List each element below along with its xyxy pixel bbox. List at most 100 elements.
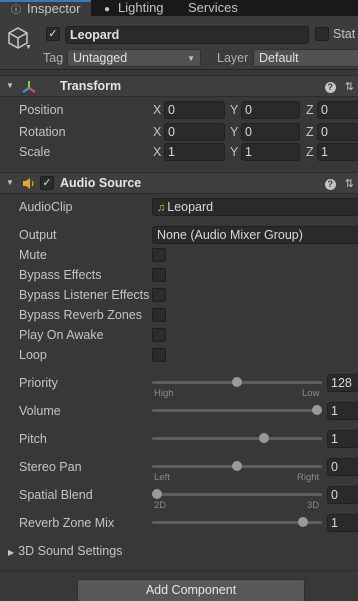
bypass-listener-effects-label: Bypass Listener Effects	[19, 288, 150, 302]
tab-bar: ⓘ Inspector ● Lighting Services	[0, 0, 358, 16]
help-icon[interactable]: ?	[324, 82, 336, 93]
scale-x-field[interactable]: 1	[164, 143, 225, 161]
stereo-pan-slider-thumb[interactable]	[232, 461, 242, 471]
audio-clip-icon: ♫	[157, 202, 166, 214]
rotation-y-field[interactable]: 0	[241, 123, 300, 141]
transform-axes-icon	[22, 81, 36, 93]
transform-header[interactable]: ▼ Transform ? ⇅	[0, 75, 358, 97]
preset-sliders-icon[interactable]: ⇅	[345, 177, 354, 190]
layer-value: Default	[259, 51, 299, 65]
chevron-down-icon: ▼	[187, 54, 195, 63]
pitch-label: Pitch	[19, 432, 47, 446]
spatial-blend-min-caption: 2D	[154, 500, 167, 511]
tag-value: Untagged	[73, 51, 128, 65]
volume-label: Volume	[19, 404, 61, 418]
tab-label: Inspector	[27, 1, 81, 16]
spatial-blend-max-caption: 3D	[307, 500, 320, 511]
add-component-button[interactable]: Add Component	[77, 579, 305, 601]
bypass-reverb-zones-label: Bypass Reverb Zones	[19, 308, 142, 322]
axis-y-label: Y	[230, 103, 239, 117]
transform-title: Transform	[60, 79, 122, 93]
tab-label: Services	[188, 0, 238, 15]
tab-label: Lighting	[118, 0, 164, 15]
rotation-x-field[interactable]: 0	[164, 123, 225, 141]
speaker-icon	[23, 178, 34, 189]
volume-slider-thumb[interactable]	[312, 405, 322, 415]
static-label: Stat	[333, 27, 356, 41]
play-on-awake-label: Play On Awake	[19, 328, 104, 342]
spatial-blend-label: Spatial Blend	[19, 488, 93, 502]
tab-lighting[interactable]: ● Lighting	[101, 0, 164, 16]
layer-dropdown[interactable]: Default	[253, 49, 358, 67]
stereo-pan-min-caption: Left	[154, 472, 170, 483]
loop-checkbox[interactable]	[152, 348, 166, 362]
priority-label: Priority	[19, 376, 58, 390]
chevron-down-icon[interactable]: ▼	[6, 81, 14, 90]
position-y-field[interactable]: 0	[241, 101, 300, 119]
tab-services[interactable]: Services	[188, 0, 238, 16]
rotation-z-field[interactable]: 0	[317, 123, 358, 141]
output-value: None (Audio Mixer Group)	[157, 228, 303, 242]
priority-slider-thumb[interactable]	[232, 377, 242, 387]
static-checkbox[interactable]	[315, 27, 329, 41]
position-label: Position	[19, 103, 64, 117]
reverb-zone-mix-label: Reverb Zone Mix	[19, 516, 115, 530]
axis-x-label: X	[153, 125, 162, 139]
chevron-right-icon: ▶	[8, 548, 15, 557]
spatial-blend-value-field[interactable]: 0	[327, 486, 358, 504]
loop-label: Loop	[19, 348, 47, 362]
chevron-down-icon[interactable]: ▼	[25, 44, 32, 51]
axis-x-label: X	[153, 103, 162, 117]
chevron-down-icon[interactable]: ▼	[6, 178, 14, 187]
mute-checkbox[interactable]	[152, 248, 166, 262]
pitch-slider-track[interactable]	[152, 437, 322, 440]
audioclip-field[interactable]: ♫ Leopard	[152, 198, 358, 216]
spatial-blend-slider-track[interactable]	[152, 493, 322, 496]
scale-label: Scale	[19, 145, 51, 159]
audio-source-enabled-checkbox[interactable]: ✓	[40, 176, 54, 190]
3d-sound-settings-label: 3D Sound Settings	[18, 544, 123, 558]
component-icons: ? ⇅	[319, 177, 354, 190]
position-z-field[interactable]: 0	[317, 101, 358, 119]
audio-source-header[interactable]: ▼ ✓ Audio Source ? ⇅	[0, 172, 358, 194]
axis-z-label: Z	[306, 145, 314, 159]
pitch-slider-thumb[interactable]	[259, 433, 270, 443]
reverb-zone-mix-value-field[interactable]: 1	[327, 514, 358, 532]
audioclip-label: AudioClip	[19, 200, 73, 214]
layer-label: Layer	[217, 51, 249, 65]
axis-y-label: Y	[230, 125, 239, 139]
help-icon[interactable]: ?	[324, 179, 336, 190]
bulb-icon: ●	[103, 4, 111, 15]
stereo-pan-label: Stereo Pan	[19, 460, 82, 474]
axis-z-label: Z	[306, 125, 314, 139]
position-x-field[interactable]: 0	[164, 101, 225, 119]
3d-sound-settings-foldout[interactable]: ▶ 3D Sound Settings	[8, 544, 122, 558]
priority-max-caption: Low	[302, 388, 320, 399]
active-checkbox[interactable]: ✓	[46, 27, 60, 41]
spatial-blend-slider-thumb[interactable]	[152, 489, 162, 499]
axis-y-label: Y	[230, 145, 239, 159]
bypass-effects-checkbox[interactable]	[152, 268, 166, 282]
bypass-reverb-zones-checkbox[interactable]	[152, 308, 166, 322]
tag-dropdown[interactable]: Untagged ▼	[67, 49, 201, 67]
bypass-listener-effects-checkbox[interactable]	[152, 288, 166, 302]
reverb-zone-mix-slider-track[interactable]	[152, 521, 322, 524]
scale-z-field[interactable]: 1	[317, 143, 358, 161]
volume-value-field[interactable]: 1	[327, 402, 358, 420]
tab-inspector[interactable]: ⓘ Inspector	[0, 0, 91, 16]
inspector-footer: Add Component	[0, 570, 358, 601]
bypass-effects-label: Bypass Effects	[19, 268, 102, 282]
object-name-field[interactable]: Leopard	[65, 26, 309, 44]
tag-label: Tag	[43, 51, 64, 65]
priority-value-field[interactable]: 128	[327, 374, 358, 392]
output-field[interactable]: None (Audio Mixer Group)	[152, 226, 358, 244]
pitch-value-field[interactable]: 1	[327, 430, 358, 448]
reverb-zone-mix-slider-thumb[interactable]	[297, 517, 308, 527]
stereo-pan-value-field[interactable]: 0	[327, 458, 358, 476]
play-on-awake-checkbox[interactable]	[152, 328, 166, 342]
preset-sliders-icon[interactable]: ⇅	[345, 80, 354, 93]
stereo-pan-max-caption: Right	[297, 472, 320, 483]
volume-slider-track[interactable]	[152, 409, 322, 412]
scale-y-field[interactable]: 1	[241, 143, 300, 161]
audioclip-value: Leopard	[167, 200, 214, 214]
